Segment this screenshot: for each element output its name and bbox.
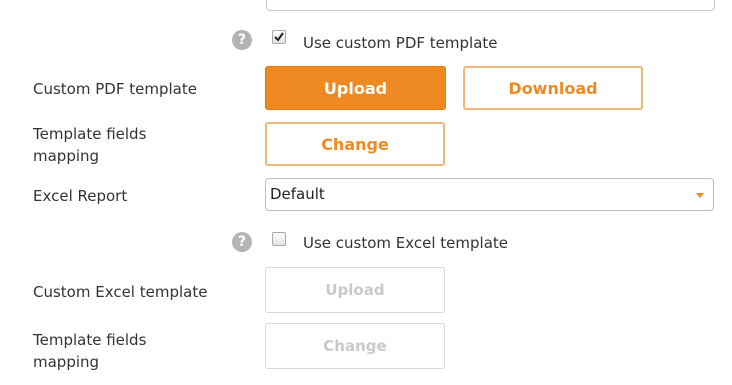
- excel-upload-button[interactable]: Upload: [265, 267, 445, 313]
- pdf-download-button[interactable]: Download: [463, 66, 643, 110]
- excel-template-help-icon[interactable]: ?: [232, 232, 252, 252]
- help-glyph: ?: [237, 234, 247, 250]
- pdf-template-help-icon[interactable]: ?: [232, 30, 252, 50]
- use-custom-pdf-template-label: Use custom PDF template: [303, 34, 498, 52]
- checkmark-icon: [274, 32, 284, 42]
- custom-pdf-template-label: Custom PDF template: [33, 80, 197, 98]
- custom-excel-template-label: Custom Excel template: [33, 283, 208, 301]
- pdf-upload-button[interactable]: Upload: [265, 66, 446, 110]
- caret-down-icon: [696, 193, 704, 198]
- excel-change-mapping-button[interactable]: Change: [265, 323, 445, 369]
- pdf-template-fields-mapping-label-line2: mapping: [33, 147, 100, 165]
- use-custom-pdf-template-checkbox[interactable]: [272, 30, 286, 44]
- excel-template-fields-mapping-label-line2: mapping: [33, 353, 100, 371]
- excel-report-selected-value: Default: [270, 185, 325, 203]
- pdf-change-mapping-button[interactable]: Change: [265, 122, 445, 166]
- excel-report-label: Excel Report: [33, 187, 128, 205]
- use-custom-excel-template-checkbox[interactable]: [272, 232, 286, 246]
- help-glyph: ?: [237, 32, 247, 48]
- excel-report-select[interactable]: Default: [265, 178, 714, 211]
- previous-field-input[interactable]: [266, 0, 715, 11]
- pdf-template-fields-mapping-label-line1: Template fields: [33, 125, 147, 143]
- use-custom-excel-template-label: Use custom Excel template: [303, 234, 509, 252]
- excel-template-fields-mapping-label-line1: Template fields: [33, 331, 147, 349]
